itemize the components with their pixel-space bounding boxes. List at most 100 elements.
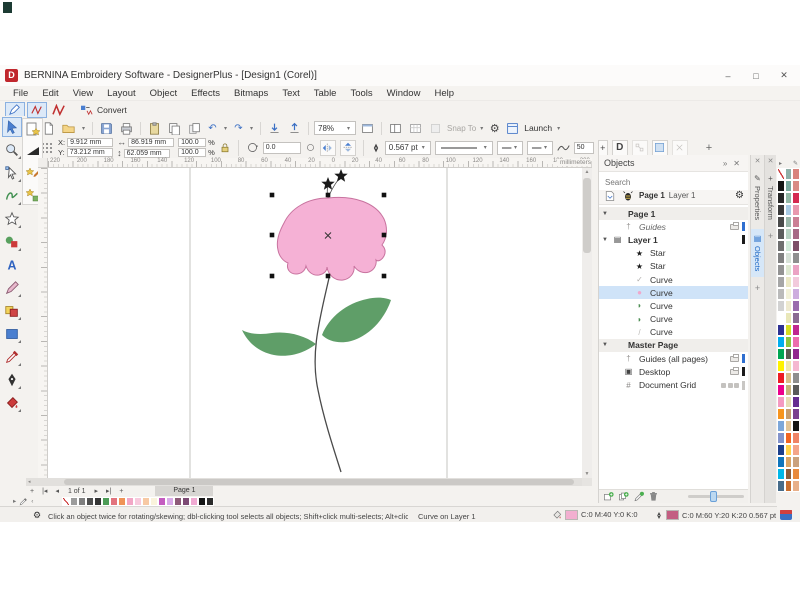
color-swatch[interactable] [777, 432, 785, 444]
color-swatch[interactable] [792, 300, 800, 312]
start-arrowhead-combo[interactable]: ▾ [497, 141, 523, 155]
color-swatch[interactable] [785, 420, 793, 432]
menu-item[interactable]: Table [307, 88, 344, 99]
object-height-field[interactable]: 62.059 mm [124, 149, 170, 158]
expand-arrow-icon[interactable]: ▼ [599, 211, 611, 217]
color-swatch[interactable] [785, 300, 793, 312]
smoothness-field[interactable]: 50 [574, 142, 594, 154]
expand-arrow-icon[interactable]: ▼ [599, 237, 611, 243]
status-gear-icon[interactable]: ⚙ [33, 510, 41, 521]
color-swatch[interactable] [777, 348, 785, 360]
docker-zoom-slider[interactable] [688, 495, 744, 498]
slider-knob[interactable] [710, 491, 717, 502]
objects-tree-row[interactable]: ▼ ◗ Curve [599, 299, 748, 312]
color-swatch[interactable] [792, 480, 800, 492]
text-tool[interactable]: A [3, 256, 21, 274]
color-swatch[interactable] [792, 360, 800, 372]
color-swatch[interactable] [777, 324, 785, 336]
tab-strip-close-icon[interactable]: ✕ [751, 155, 764, 165]
outline-pen-tool[interactable] [3, 371, 21, 389]
layer-color-bar[interactable] [742, 367, 745, 376]
color-swatch[interactable] [792, 168, 800, 180]
layer-color-bar[interactable] [742, 341, 745, 350]
mirror-vertical-button[interactable] [340, 140, 356, 156]
tab-transform[interactable]: + Transform [765, 169, 776, 225]
color-swatch[interactable] [792, 312, 800, 324]
color-swatch[interactable] [792, 240, 800, 252]
color-swatch[interactable] [777, 444, 785, 456]
menu-item[interactable]: Text [275, 88, 306, 99]
layer-color-bar[interactable] [742, 235, 745, 244]
reduce-nodes-button[interactable] [632, 140, 648, 156]
color-swatch[interactable] [777, 216, 785, 228]
menu-item[interactable]: View [66, 88, 100, 99]
objects-tree-row[interactable]: ▼ ▣ Desktop [599, 365, 748, 378]
color-swatch[interactable] [777, 240, 785, 252]
right-leaf-object[interactable] [322, 298, 391, 343]
menu-item[interactable]: Object [143, 88, 184, 99]
color-swatch[interactable] [777, 468, 785, 480]
color-swatch[interactable] [174, 497, 182, 506]
pick-tool[interactable] [3, 118, 21, 136]
expand-arrow-icon[interactable]: ▼ [599, 342, 611, 348]
minimize-button[interactable]: – [722, 71, 734, 81]
y-position-field[interactable]: 73.212 mm [67, 148, 113, 157]
color-swatch[interactable] [792, 372, 800, 384]
color-swatch[interactable] [777, 180, 785, 192]
scale-x-field[interactable]: 100.0 [178, 138, 206, 147]
add-docker-button[interactable]: + [751, 283, 764, 293]
layer-color-bar[interactable] [742, 288, 745, 297]
color-swatch[interactable] [158, 497, 166, 506]
color-swatch[interactable] [785, 384, 793, 396]
star-object[interactable] [334, 169, 347, 182]
printable-icon[interactable] [730, 369, 739, 375]
active-page-label[interactable]: Page 1 [639, 191, 665, 200]
color-swatch[interactable] [785, 240, 793, 252]
color-swatch[interactable] [777, 228, 785, 240]
color-swatch[interactable] [785, 324, 793, 336]
color-swatch[interactable] [777, 168, 785, 180]
export-button[interactable] [286, 120, 303, 136]
convert-button[interactable]: Convert [75, 102, 132, 118]
vertical-ruler[interactable] [38, 168, 48, 478]
color-swatch[interactable] [777, 192, 785, 204]
x-position-field[interactable]: 9.912 mm [67, 138, 113, 147]
palette-flyout-arrow[interactable]: ▸ [779, 160, 782, 167]
tab-properties[interactable]: ✎ Properties [751, 169, 764, 225]
menu-item[interactable]: Effects [184, 88, 227, 99]
mirror-horizontal-button[interactable] [320, 140, 336, 156]
color-swatch[interactable] [792, 288, 800, 300]
color-swatch[interactable] [777, 252, 785, 264]
scroll-down-arrow[interactable]: ▼ [582, 471, 592, 477]
color-swatch[interactable] [102, 497, 110, 506]
color-swatch[interactable] [198, 497, 206, 506]
palette-flyout-arrow[interactable]: ▸ [10, 497, 19, 505]
color-swatch[interactable] [792, 420, 800, 432]
menu-item[interactable]: Edit [35, 88, 65, 99]
page-view-icon[interactable] [603, 189, 617, 202]
outline-width-combo[interactable]: 0.567 pt ▾ [385, 141, 431, 155]
palette-eyedropper-icon[interactable]: ✎ [793, 160, 798, 167]
objects-tree-row[interactable]: ▼ ● Curve [599, 286, 748, 299]
objects-tree-row[interactable]: ▼ Master Page [599, 339, 748, 352]
smoothness-stepper[interactable]: + [598, 140, 608, 156]
menu-item[interactable]: Tools [343, 88, 379, 99]
color-swatch[interactable] [777, 276, 785, 288]
smart-fill-tool[interactable] [3, 302, 21, 320]
objects-tree-row[interactable]: ▼ ✓ Curve [599, 273, 748, 286]
status-right-icon[interactable] [780, 509, 792, 520]
color-swatch[interactable] [792, 264, 800, 276]
save-button[interactable] [98, 120, 115, 136]
objects-tree-row[interactable]: ▼ † Guides (all pages) [599, 352, 748, 365]
layer-color-bar[interactable] [742, 249, 745, 258]
color-swatch[interactable] [785, 444, 793, 456]
add-page-after-button[interactable]: + [115, 488, 127, 495]
color-swatch[interactable] [134, 497, 142, 506]
objects-search-input[interactable] [599, 176, 748, 190]
new-layer-icon[interactable] [603, 491, 614, 502]
color-swatch[interactable] [777, 420, 785, 432]
layer-color-bar[interactable] [742, 262, 745, 271]
color-swatch[interactable] [792, 192, 800, 204]
color-swatch[interactable] [792, 456, 800, 468]
show-grid-button[interactable] [407, 120, 424, 136]
